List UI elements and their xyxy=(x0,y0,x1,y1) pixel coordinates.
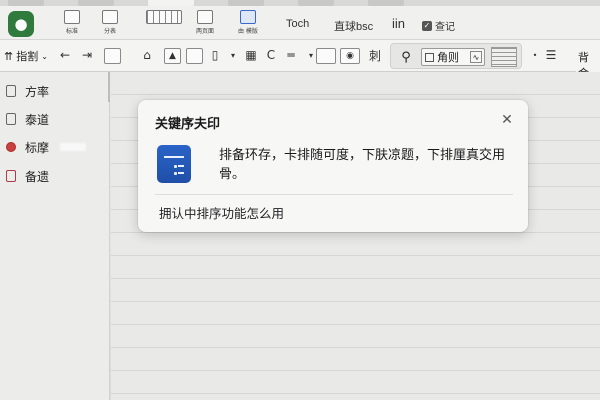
template-icon xyxy=(239,10,256,24)
feature-book-icon xyxy=(157,145,191,183)
lock-icon[interactable]: ▲ xyxy=(164,48,181,64)
document-icon xyxy=(6,113,16,125)
sidebar-item-3[interactable]: 标摩 xyxy=(6,137,87,157)
popup-title: 关键序夫印 xyxy=(155,117,221,132)
sidebar-item-4[interactable]: 备遗 xyxy=(6,166,49,186)
view-square-icon xyxy=(425,52,434,62)
chevron-down-icon: ⌄ xyxy=(41,51,48,61)
menu-icon[interactable]: ☰ xyxy=(542,46,560,64)
record-icon xyxy=(6,142,16,152)
ribbon-row-1: ● 标准 分表 两页面 由 模版 Toch 直球bsc iin ✓ 查记 xyxy=(0,6,600,40)
view-toolbar-group: ⚲ 角则 ∿ xyxy=(390,43,522,69)
ribbon-checkbox[interactable]: ✓ 查记 xyxy=(422,18,455,33)
column-icon[interactable] xyxy=(186,48,203,64)
ribbon-button-b[interactable]: 分表 xyxy=(102,10,118,35)
align-icon[interactable]: ▦ xyxy=(242,46,260,64)
table-icon xyxy=(102,10,118,24)
sidebar-divider xyxy=(108,72,110,102)
document-icon xyxy=(6,85,16,97)
grid-icon xyxy=(146,10,182,24)
ribbon-button-grid[interactable] xyxy=(146,10,182,26)
ribbon-button-a[interactable]: 标准 xyxy=(64,10,80,35)
document-icon xyxy=(64,10,80,24)
format-icon[interactable]: 刺 xyxy=(366,46,384,64)
wave-icon: ∿ xyxy=(470,51,482,63)
split-icon: ⇈ xyxy=(4,49,14,63)
shape-icon[interactable]: ⌂ xyxy=(138,46,156,64)
ribbon-button-d[interactable]: 由 模版 xyxy=(238,10,258,35)
ribbon-text-3[interactable]: iin xyxy=(392,16,405,31)
help-link[interactable]: 拥认中排序功能怎么用 xyxy=(159,203,284,222)
note-icon xyxy=(6,170,16,182)
sidebar: 方率 泰道 标摩 备遗 xyxy=(0,72,110,400)
app-window: ● 标准 分表 两页面 由 模版 Toch 直球bsc iin ✓ 查记 ⇈ 指… xyxy=(0,0,600,400)
lines-preview-icon[interactable] xyxy=(491,47,517,67)
close-icon[interactable]: ✕ xyxy=(499,112,515,128)
redacted-text xyxy=(60,143,87,151)
arrow-left-icon[interactable]: ← xyxy=(56,46,74,64)
ribbon-row-2: ⇈ 指割 ⌄ ← ⇥ ⌂ ▲ ▯ ▾ ▦ C ═ ▾ ◉ 刺 ⚲ 角则 ∿ • … xyxy=(0,40,600,81)
field-icon[interactable] xyxy=(316,48,336,64)
ribbon-button-c[interactable]: 两页面 xyxy=(196,10,214,35)
c-icon[interactable]: C xyxy=(262,46,280,64)
panel-icon[interactable]: ▯ xyxy=(206,46,224,64)
eye-icon[interactable]: ◉ xyxy=(340,48,360,64)
chevron-down-icon[interactable]: ▾ xyxy=(224,46,242,64)
checkbox-icon: ✓ xyxy=(422,20,432,31)
view-selector[interactable]: 角则 ∿ xyxy=(421,48,485,66)
info-popup: 关键序夫印 ✕ 排备环存，卡排随可度，下肤凉题，下排厘真交用骨。 拥认中排序功能… xyxy=(138,100,528,232)
popup-divider xyxy=(155,194,513,195)
split-dropdown[interactable]: ⇈ 指割 ⌄ xyxy=(4,48,48,64)
popup-message: 排备环存，卡排随可度，下肤凉题，下排厘真交用骨。 xyxy=(219,148,506,182)
app-logo-icon[interactable]: ● xyxy=(8,11,34,37)
location-pin-icon[interactable]: ⚲ xyxy=(397,48,415,66)
sidebar-item-2[interactable]: 泰道 xyxy=(6,109,49,129)
ribbon-text-1[interactable]: Toch xyxy=(286,18,309,30)
row-layout-icon[interactable] xyxy=(104,48,121,64)
ribbon-text-2[interactable]: 直球bsc xyxy=(334,18,373,34)
pages-icon xyxy=(197,10,213,24)
equals-icon[interactable]: ═ xyxy=(282,46,300,64)
arrow-right-icon[interactable]: ⇥ xyxy=(78,46,96,64)
sidebar-item-1[interactable]: 方率 xyxy=(6,81,49,101)
